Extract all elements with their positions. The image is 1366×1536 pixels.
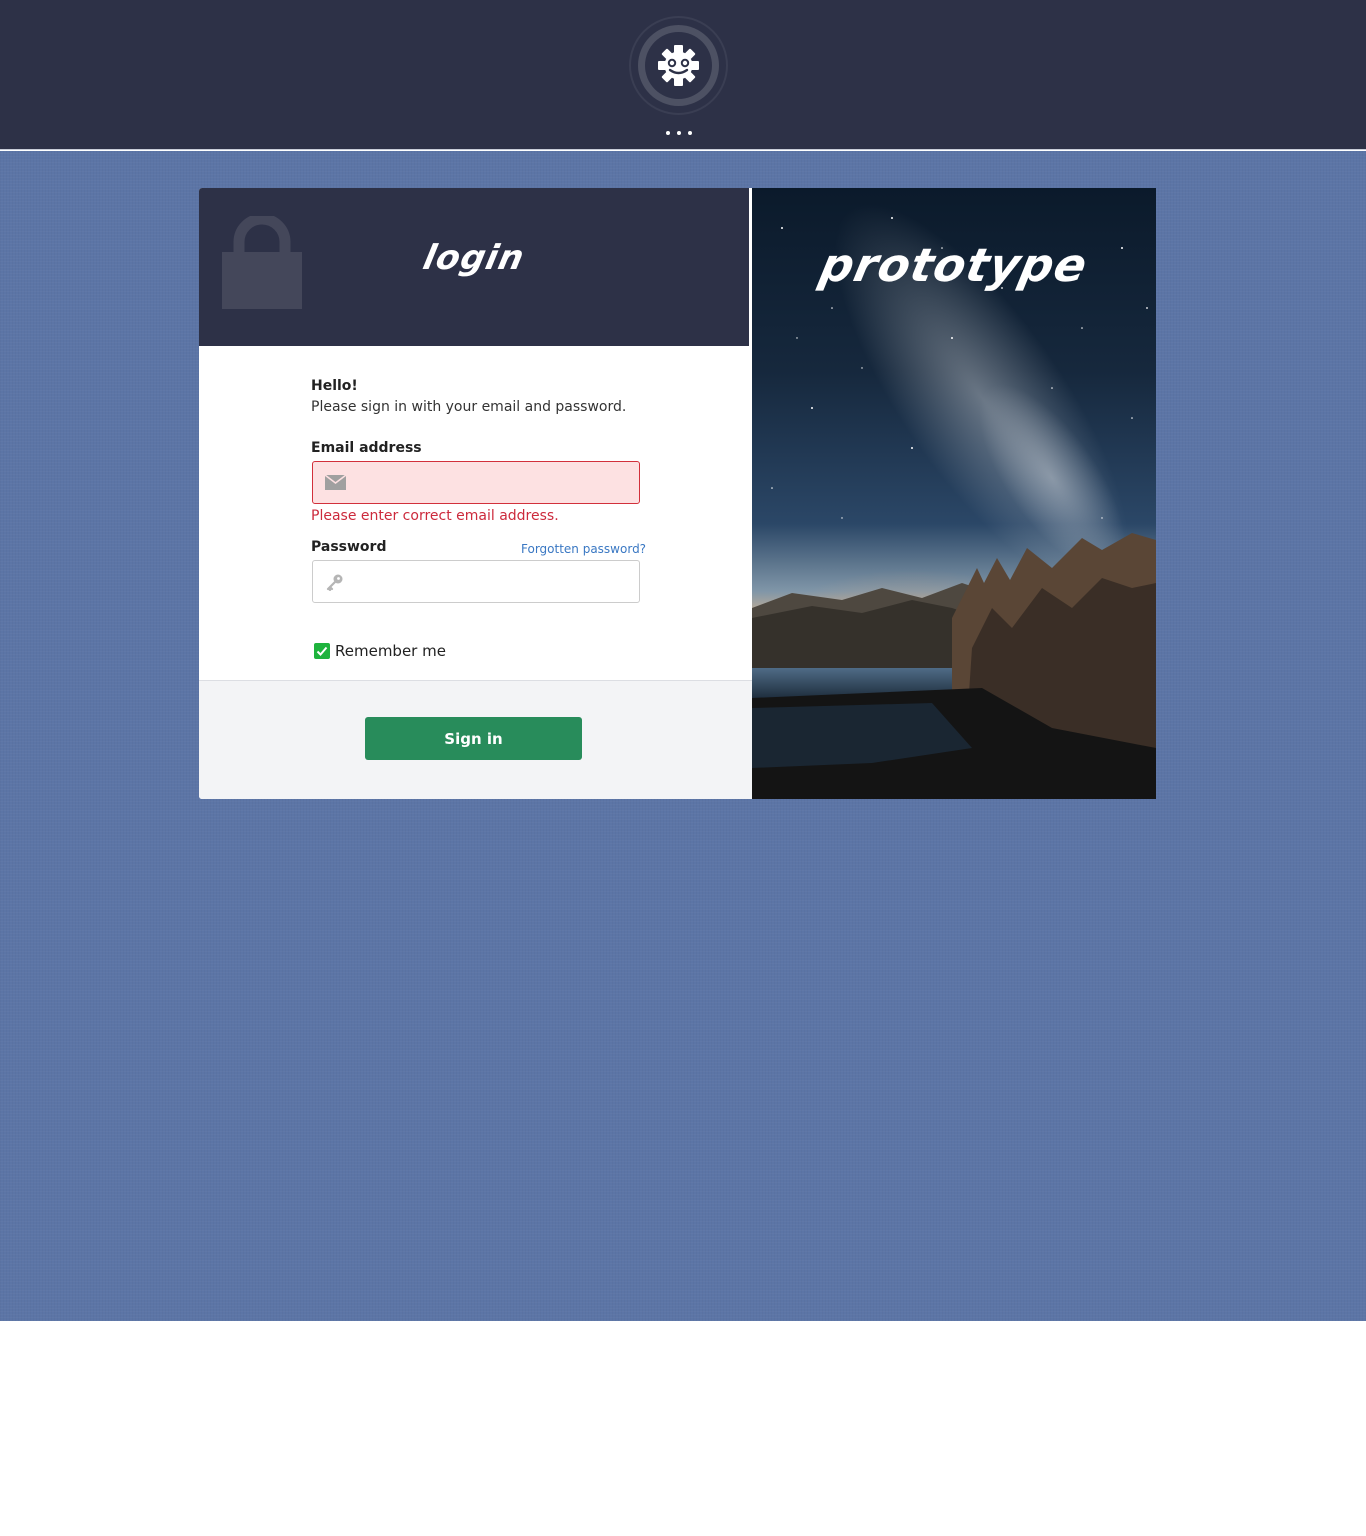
password-field[interactable]: [353, 561, 633, 602]
email-field-wrapper: [312, 461, 640, 504]
robot-gear-icon: [658, 45, 699, 86]
email-error-message: Please enter correct email address.: [311, 508, 559, 524]
password-label: Password: [311, 539, 387, 555]
login-card-header: login: [199, 188, 749, 346]
login-title: login: [419, 238, 529, 278]
top-header: [0, 0, 1366, 150]
instructions-text: Please sign in with your email and passw…: [311, 399, 627, 415]
login-card-footer: Sign in: [199, 680, 752, 799]
ellipsis-icon[interactable]: [664, 131, 694, 137]
hero-image-panel: prototype: [752, 188, 1156, 799]
logo-inner: [645, 32, 712, 99]
email-label: Email address: [311, 440, 422, 456]
remember-me[interactable]: Remember me: [314, 642, 446, 660]
login-card: login Hello! Please sign in with your em…: [199, 188, 752, 799]
password-field-wrapper: [312, 560, 640, 603]
checkmark-icon: [316, 646, 328, 656]
remember-me-checkbox[interactable]: [314, 643, 330, 659]
logo-ring: [638, 25, 719, 106]
key-icon: [326, 574, 343, 591]
sign-in-button[interactable]: Sign in: [365, 717, 582, 760]
remember-me-label: Remember me: [335, 642, 446, 660]
hero-title: prototype: [815, 238, 1093, 292]
email-field[interactable]: [353, 462, 633, 503]
forgot-password-link[interactable]: Forgotten password?: [521, 542, 646, 556]
app-logo[interactable]: [629, 16, 728, 115]
greeting-text: Hello!: [311, 378, 358, 394]
envelope-icon: [325, 475, 346, 490]
